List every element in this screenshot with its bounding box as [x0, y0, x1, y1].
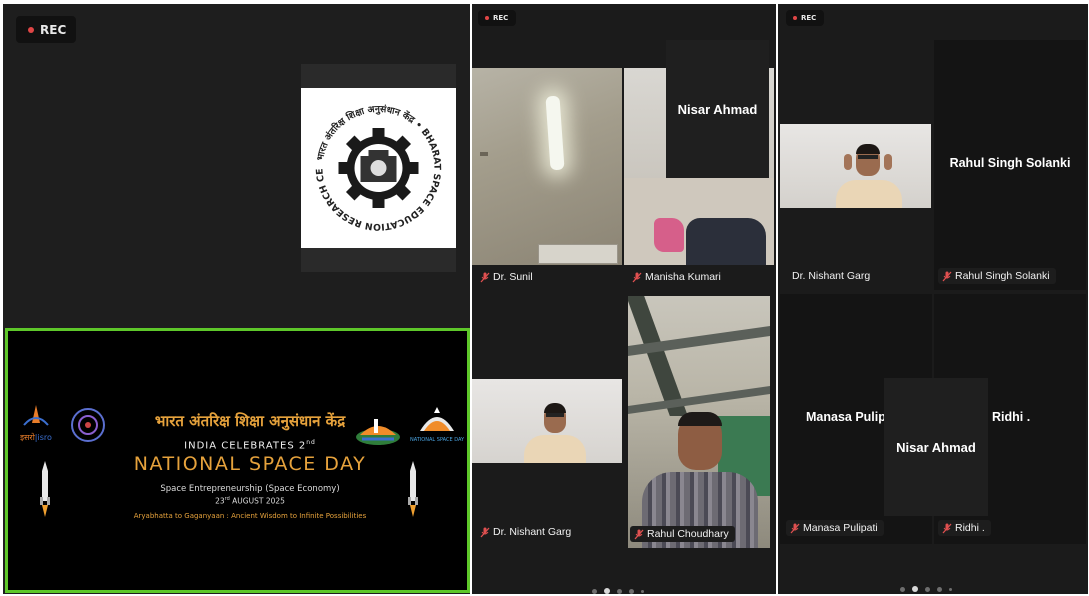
name-label-dr-nishant-garg: Dr. Nishant Garg	[480, 526, 571, 538]
name-label-rahul-choudhary: Rahul Choudhary	[630, 526, 735, 542]
date-rest: AUGUST 2025	[232, 496, 285, 506]
participant-name: Dr. Nishant Garg	[493, 526, 572, 538]
theme-text: Space Entrepreneurship (Space Economy)	[160, 484, 340, 494]
nsd-dome-icon	[420, 407, 454, 431]
name-label-manisha-kumari: Manisha Kumari	[632, 271, 721, 283]
bserc-emblem-icon	[71, 408, 105, 442]
video-feed-dr-nishant-garg	[472, 379, 622, 463]
participant-tile-dr-nishant-garg[interactable]: Dr. Nishant Garg	[472, 296, 622, 548]
page-indicator[interactable]	[592, 588, 644, 594]
name-label-dr-sunil: Dr. Sunil	[480, 271, 533, 283]
isro-hindi-text: इसरो	[20, 433, 35, 442]
record-dot-icon	[485, 16, 489, 20]
logo-card: भारत अंतरिक्ष शिक्षा अनुसंधान केंद्र • B…	[301, 80, 456, 248]
page-dot[interactable]	[925, 586, 930, 592]
page-dot[interactable]	[937, 586, 942, 592]
muted-mic-icon	[480, 527, 490, 538]
record-dot-icon	[28, 26, 34, 33]
ceiling-light	[545, 95, 565, 171]
page-dot-active[interactable]	[604, 588, 610, 594]
record-dot-icon	[793, 16, 797, 20]
floating-tile-nisar-ahmad[interactable]: Nisar Ahmad	[666, 40, 769, 178]
participant-name: Dr. Sunil	[493, 271, 533, 283]
name-label-rahul-singh-solanki: Rahul Singh Solanki	[938, 268, 1056, 284]
page-dot[interactable]	[641, 589, 644, 593]
celebrates-text: INDIA CELEBRATES 2	[184, 440, 307, 452]
video-feed-rahul-choudhary	[628, 296, 770, 548]
recording-label: REC	[40, 22, 67, 37]
page-dot[interactable]	[900, 586, 905, 592]
main-meeting-panel: REC भारत अंतरिक्ष शिक्षा अनुसंधान केंद्र…	[3, 4, 470, 594]
recording-label: REC	[801, 14, 817, 22]
muted-mic-icon	[942, 271, 952, 282]
muted-mic-icon	[480, 272, 490, 283]
org-hindi-title: भारत अंतरिक्ष शिक्षा अनुसंधान केंद्र	[154, 412, 346, 430]
participant-name: Manisha Kumari	[645, 271, 721, 283]
name-label-manasa-pulipati: Manasa Pulipati	[786, 520, 884, 536]
event-date: 23rd AUGUST 2025	[108, 496, 392, 506]
isro-logo: इसरो|isro	[14, 403, 58, 443]
rocket-right-icon	[408, 461, 418, 517]
page-dot[interactable]	[949, 587, 952, 591]
recording-indicator-right[interactable]: REC	[786, 10, 824, 26]
participant-name: Ridhi .	[955, 522, 985, 534]
video-feed-dr-sunil	[472, 68, 622, 265]
participant-big-name: Nisar Ahmad	[896, 440, 976, 455]
participant-name: Manasa Pulipati	[803, 522, 878, 534]
participant-big-name: Nisar Ahmad	[677, 102, 758, 117]
celebrates-line: INDIA CELEBRATES 2nd	[128, 439, 372, 451]
page-dot[interactable]	[592, 588, 597, 594]
floating-tile-nisar-ahmad-right[interactable]: Nisar Ahmad	[884, 378, 988, 516]
participant-tile-dr-sunil[interactable]: Dr. Sunil	[472, 66, 622, 290]
recording-indicator[interactable]: REC	[16, 16, 76, 43]
muted-mic-icon	[634, 529, 644, 540]
participant-tile-dr-nishant-garg-right[interactable]: Dr. Nishant Garg	[780, 40, 932, 290]
participant-name: Dr. Nishant Garg	[792, 270, 871, 282]
date-day: 23	[215, 496, 225, 506]
participant-name: Rahul Singh Solanki	[955, 270, 1050, 282]
name-label-dr-nishant-garg-right: Dr. Nishant Garg	[792, 270, 870, 282]
date-sup: rd	[224, 496, 230, 502]
gallery-panel-right: REC Dr. Nishant Garg Rahul Singh Solanki…	[778, 4, 1088, 594]
page-dot[interactable]	[629, 588, 634, 594]
national-space-day-title: NATIONAL SPACE DAY	[133, 453, 367, 475]
isro-rocket-icon	[23, 405, 49, 426]
bserc-logo-icon: भारत अंतरिक्ष शिक्षा अनुसंधान केंद्र • B…	[301, 80, 443, 232]
muted-mic-icon	[632, 272, 642, 283]
isro-latin-text: isro	[37, 433, 52, 442]
recording-label: REC	[493, 14, 509, 22]
name-label-ridhi: Ridhi .	[938, 520, 991, 536]
muted-mic-icon	[790, 523, 800, 534]
nsd-logo-text: NATIONAL SPACE DAY	[410, 437, 465, 443]
page-dot-active[interactable]	[912, 586, 918, 592]
rocket-left-icon	[40, 461, 50, 517]
participant-name: Rahul Choudhary	[647, 528, 729, 540]
person-body	[836, 180, 902, 208]
participant-tile-rahul-singh-solanki[interactable]: Rahul Singh Solanki Rahul Singh Solanki	[934, 40, 1086, 290]
wall-ac-unit	[538, 244, 618, 264]
muted-mic-icon	[942, 523, 952, 534]
logo-participant-tile[interactable]: भारत अंतरिक्ष शिक्षा अनुसंधान केंद्र • B…	[301, 64, 456, 272]
person-body	[524, 435, 586, 463]
cloth-item	[654, 218, 684, 252]
participant-tile-rahul-choudhary[interactable]: Rahul Choudhary	[628, 296, 770, 548]
page-indicator-right[interactable]	[900, 586, 952, 592]
gallery-panel-middle: REC Dr. Sunil Manisha Kumari Dr. Nishant…	[472, 4, 776, 594]
page-dot[interactable]	[617, 588, 622, 594]
video-feed-dr-nishant-garg-right	[780, 124, 931, 208]
participant-big-name: Rahul Singh Solanki	[949, 156, 1071, 170]
shared-presentation-banner[interactable]: इसरो|isro भारत अंतरिक्ष शिक्षा अनुसंधान …	[5, 328, 470, 593]
celebrates-sup: nd	[306, 439, 316, 446]
recording-indicator-middle[interactable]: REC	[478, 10, 516, 26]
space-day-illustration-icon	[356, 419, 400, 445]
dark-cloth-item	[686, 218, 766, 265]
tagline-text: Aryabhatta to Gaganyaan : Ancient Wisdom…	[133, 512, 367, 520]
participant-big-name: Ridhi .	[992, 410, 1031, 424]
national-space-day-logo: NATIONAL SPACE DAY	[410, 407, 464, 449]
